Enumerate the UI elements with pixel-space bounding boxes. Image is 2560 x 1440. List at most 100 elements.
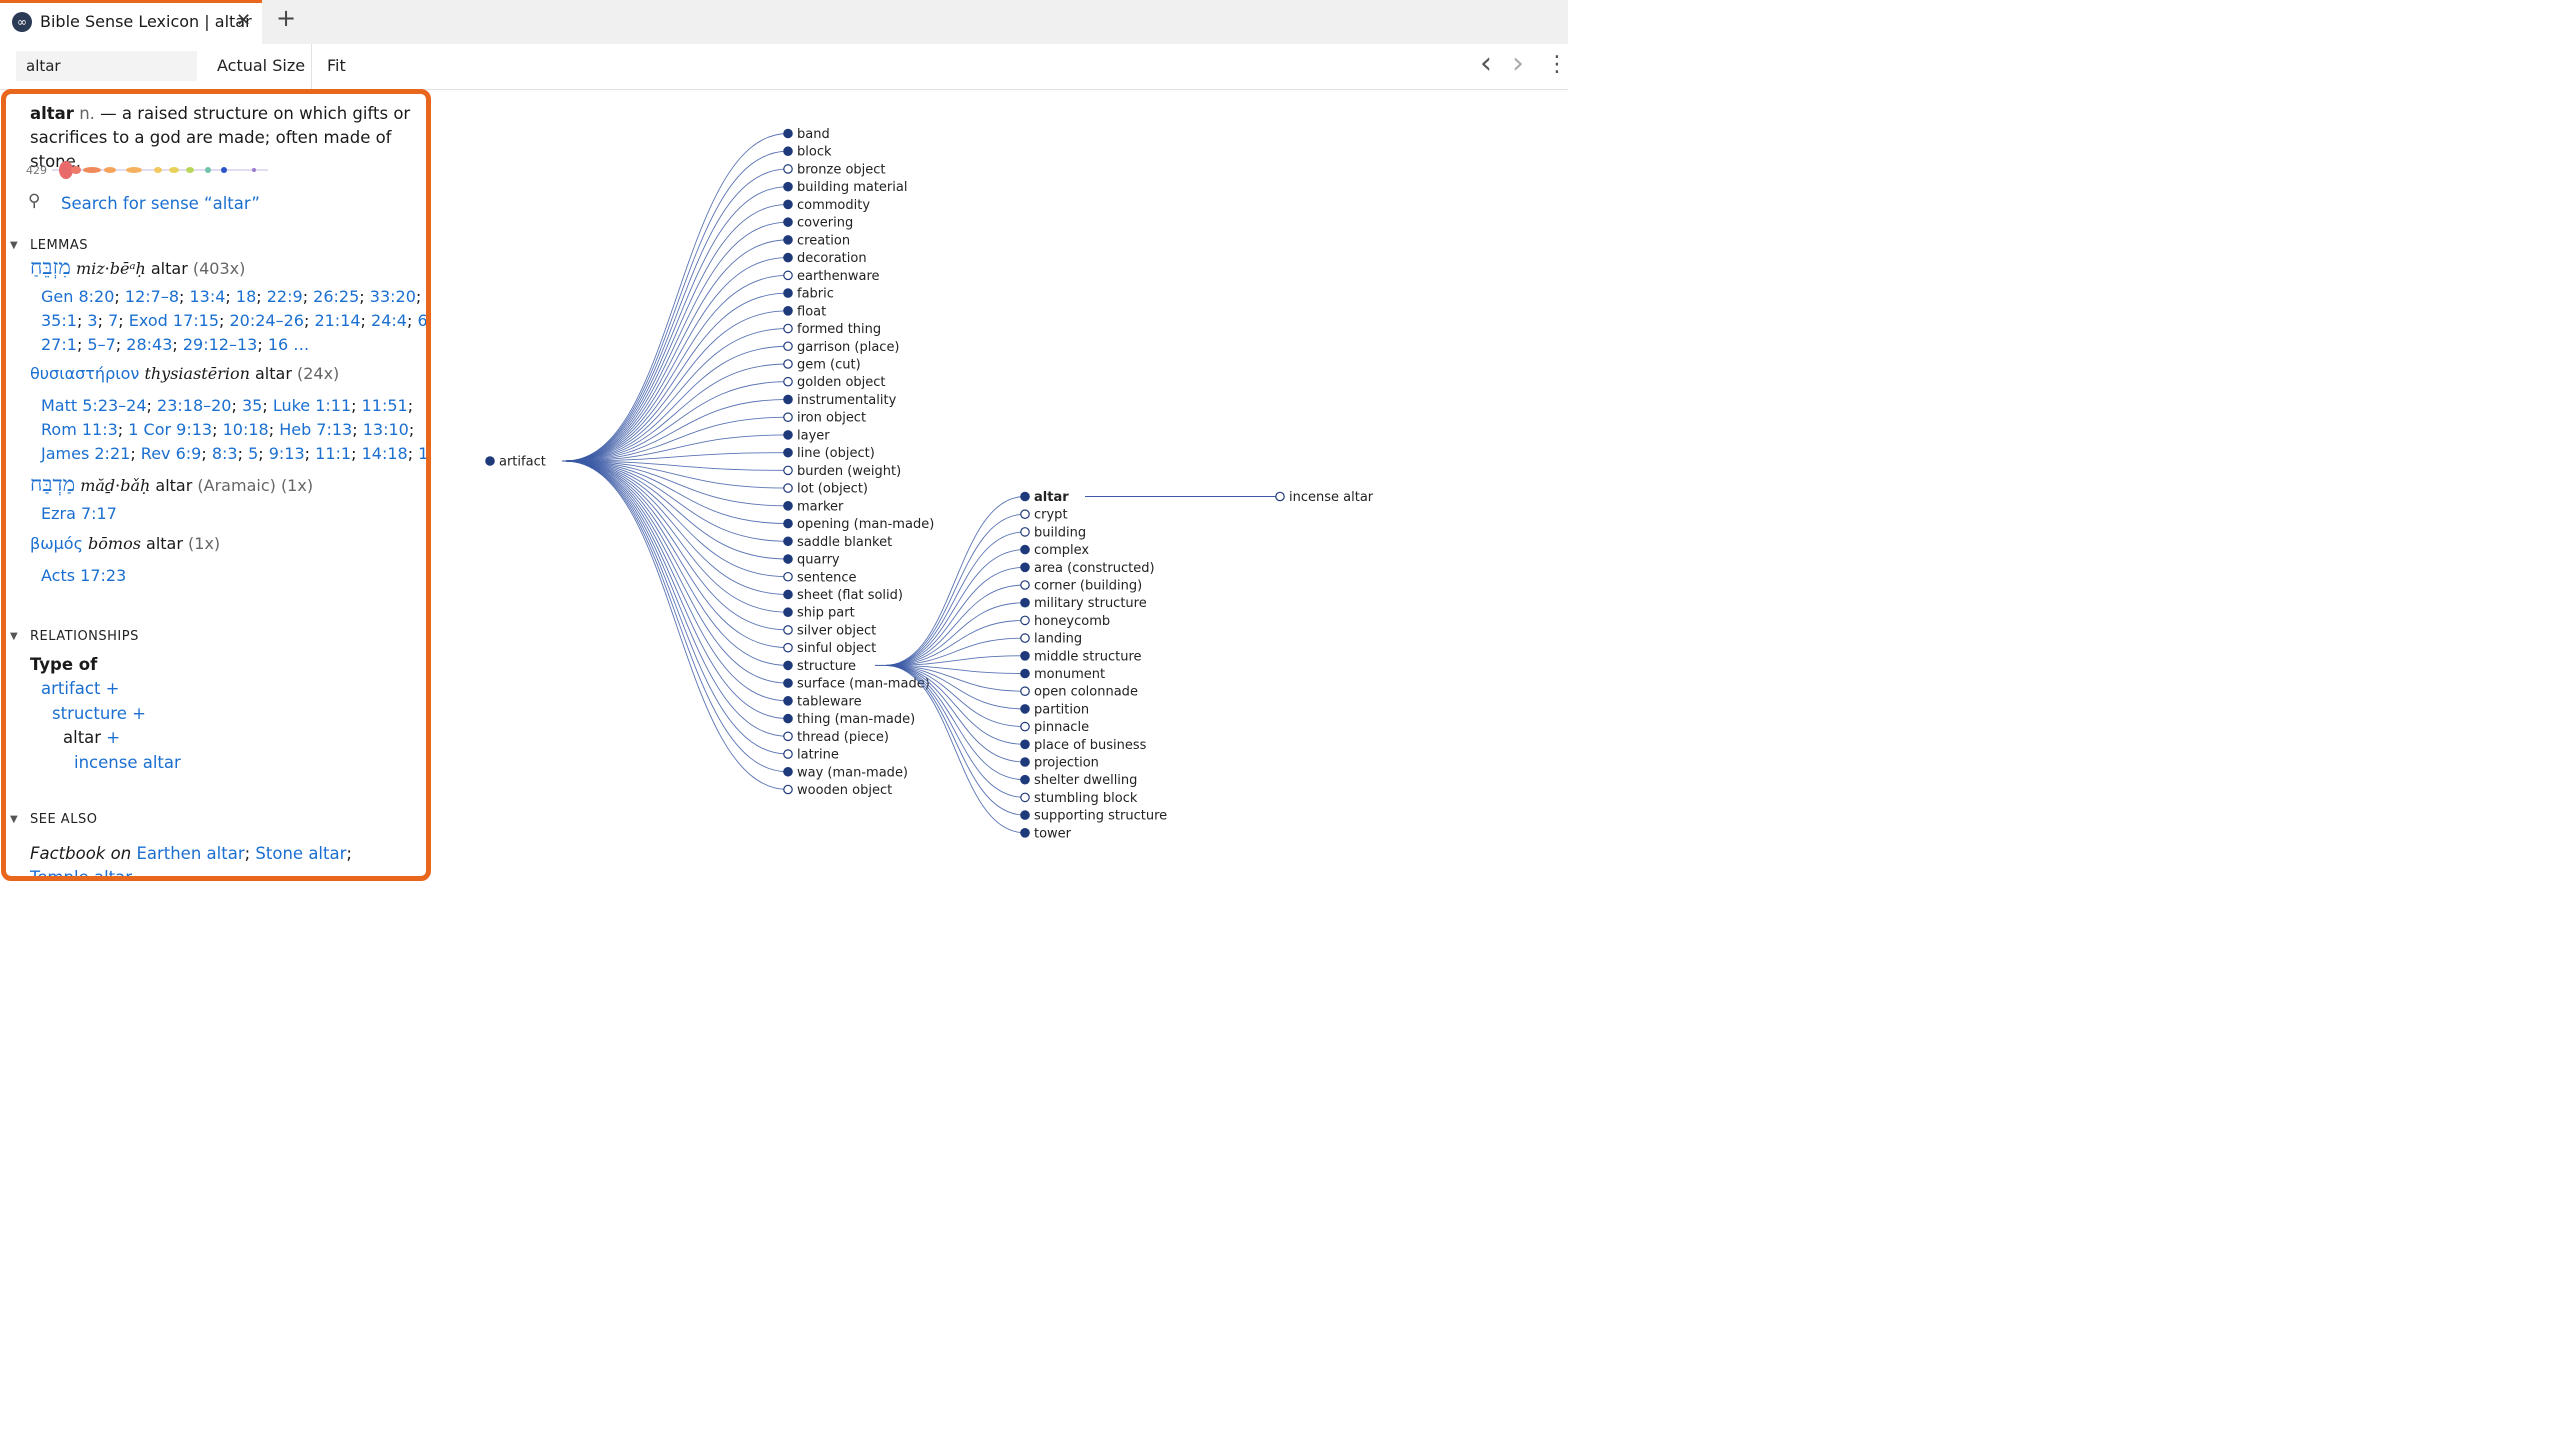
graph-node-dot[interactable]: [1020, 562, 1030, 573]
graph-node-label[interactable]: garrison (place): [797, 340, 900, 355]
graph-node-label[interactable]: opening (man-made): [797, 517, 934, 532]
expand-plus-icon[interactable]: +: [127, 704, 146, 723]
graph-node-dot[interactable]: [783, 766, 793, 777]
graph-node-label[interactable]: fabric: [797, 287, 834, 302]
reference-link[interactable]: Exod 17:15: [129, 311, 219, 330]
graph-node-dot[interactable]: [1020, 597, 1030, 608]
graph-node-dot[interactable]: [783, 696, 793, 706]
graph-node-label[interactable]: corner (building): [1034, 579, 1142, 594]
graph-node-dot[interactable]: [1020, 491, 1030, 502]
expand-plus-icon[interactable]: +: [100, 679, 120, 698]
graph-node-dot[interactable]: [783, 749, 793, 759]
graph-node-dot[interactable]: [783, 536, 793, 547]
search-sense-link[interactable]: Search for sense “altar”: [61, 194, 260, 213]
graph-node-dot[interactable]: [1020, 721, 1030, 732]
see-also-link[interactable]: Stone altar: [255, 844, 346, 863]
lemmas-title[interactable]: LEMMAS: [30, 238, 88, 253]
see-also-link[interactable]: Earthen altar: [136, 844, 244, 863]
graph-node-label[interactable]: structure: [797, 659, 856, 674]
relationships-title[interactable]: RELATIONSHIPS: [30, 629, 139, 644]
graph-node-label[interactable]: thing (man-made): [797, 712, 915, 727]
reference-link[interactable]: 5: [248, 444, 258, 463]
graph-node-label[interactable]: place of business: [1034, 738, 1147, 753]
graph-node-dot[interactable]: [783, 589, 793, 600]
relationships-caret-icon[interactable]: ▼: [10, 631, 18, 642]
graph-node-dot[interactable]: [783, 359, 793, 369]
more-menu-icon[interactable]: ⋮: [1546, 52, 1568, 77]
graph-node-label[interactable]: monument: [1034, 667, 1105, 682]
reference-link[interactable]: 12:7–8: [125, 287, 179, 306]
graph-node-label[interactable]: honeycomb: [1034, 614, 1110, 629]
graph-node-dot[interactable]: [783, 199, 793, 210]
reference-link[interactable]: 1 Cor 9:13: [128, 420, 212, 439]
graph-node-dot[interactable]: [783, 146, 793, 157]
graph-node-label[interactable]: bronze object: [797, 162, 886, 177]
graph-node-dot[interactable]: [783, 252, 793, 263]
reference-link[interactable]: 13:4: [189, 287, 225, 306]
graph-node-dot[interactable]: [1020, 650, 1030, 661]
graph-node-dot[interactable]: [783, 465, 793, 476]
graph-node-label[interactable]: lot (object): [797, 482, 868, 497]
lemma-script-link[interactable]: מַדְבַּח: [30, 472, 75, 496]
search-input[interactable]: [16, 51, 197, 81]
reference-link[interactable]: Acts 17:23: [41, 566, 126, 585]
reference-link[interactable]: Gen 8:20: [41, 287, 114, 306]
graph-node-label[interactable]: building material: [797, 180, 907, 195]
graph-node-label[interactable]: band: [797, 127, 830, 142]
graph-node-dot[interactable]: [1020, 757, 1030, 767]
graph-node-label[interactable]: stumbling block: [1034, 791, 1138, 806]
graph-node-dot[interactable]: [783, 181, 793, 192]
lemma-script-link[interactable]: θυσιαστήριον: [30, 364, 139, 383]
graph-node-label[interactable]: complex: [1034, 543, 1089, 558]
relationship-item[interactable]: artifact +: [41, 679, 120, 698]
graph-node-dot[interactable]: [783, 394, 793, 405]
reference-link[interactable]: Rom 11:3: [41, 420, 118, 439]
graph-node-label[interactable]: thread (piece): [797, 730, 889, 745]
sense-graph[interactable]: artifact band block bronze object building m…: [440, 100, 1568, 870]
graph-node-dot[interactable]: [783, 713, 793, 724]
graph-node-label[interactable]: marker: [797, 499, 844, 514]
graph-node-dot[interactable]: [783, 501, 793, 511]
graph-node-label[interactable]: latrine: [797, 748, 839, 763]
reference-link[interactable]: 28:43: [126, 335, 172, 354]
graph-node-label[interactable]: incense altar: [1289, 490, 1374, 505]
graph-node-label[interactable]: pinnacle: [1034, 720, 1089, 735]
graph-node-dot[interactable]: [783, 784, 793, 795]
reference-link[interactable]: 13:10: [363, 420, 409, 439]
graph-node-label[interactable]: sinful object: [797, 641, 876, 656]
see-also-caret-icon[interactable]: ▼: [10, 814, 18, 825]
graph-node-label[interactable]: crypt: [1034, 508, 1068, 523]
graph-node-dot[interactable]: [783, 323, 793, 334]
graph-node-dot[interactable]: [783, 731, 793, 742]
graph-node-label[interactable]: ship part: [797, 606, 855, 621]
graph-node-label[interactable]: wooden object: [797, 783, 892, 798]
graph-node-label[interactable]: sentence: [797, 570, 857, 585]
graph-node-label[interactable]: burden (weight): [797, 464, 901, 479]
reference-link[interactable]: 26:25: [313, 287, 359, 306]
lemma-script-link[interactable]: מִזְבֵּחַ: [30, 255, 71, 279]
graph-node-label[interactable]: instrumentality: [797, 393, 897, 408]
reference-link[interactable]: 5–7: [87, 335, 115, 354]
graph-node-label[interactable]: earthenware: [797, 269, 880, 284]
graph-node-label[interactable]: middle structure: [1034, 649, 1142, 664]
graph-node-dot[interactable]: [783, 306, 793, 316]
new-tab-button[interactable]: +: [276, 4, 296, 32]
see-also-title[interactable]: SEE ALSO: [30, 812, 97, 827]
tab-close-icon[interactable]: ✕: [236, 10, 251, 31]
graph-node-label[interactable]: layer: [797, 428, 830, 443]
graph-node-label[interactable]: decoration: [797, 251, 867, 266]
graph-node-dot[interactable]: [783, 447, 793, 458]
graph-node-dot[interactable]: [783, 660, 793, 671]
reference-link[interactable]: Matt 5:23–24: [41, 396, 147, 415]
graph-node-label[interactable]: iron object: [797, 411, 866, 426]
graph-node-label[interactable]: golden object: [797, 375, 886, 390]
relationship-label[interactable]: artifact: [41, 679, 100, 698]
graph-node-dot[interactable]: [783, 288, 793, 298]
graph-node-dot[interactable]: [1020, 827, 1030, 838]
reference-link[interactable]: Luke 1:11: [273, 396, 351, 415]
forward-arrow-icon[interactable]: ›: [1512, 46, 1524, 81]
reference-link[interactable]: 23:18–20: [157, 396, 231, 415]
graph-node-dot[interactable]: [1020, 527, 1030, 537]
reference-link[interactable]: 7: [108, 311, 118, 330]
graph-node-dot[interactable]: [1020, 544, 1030, 555]
